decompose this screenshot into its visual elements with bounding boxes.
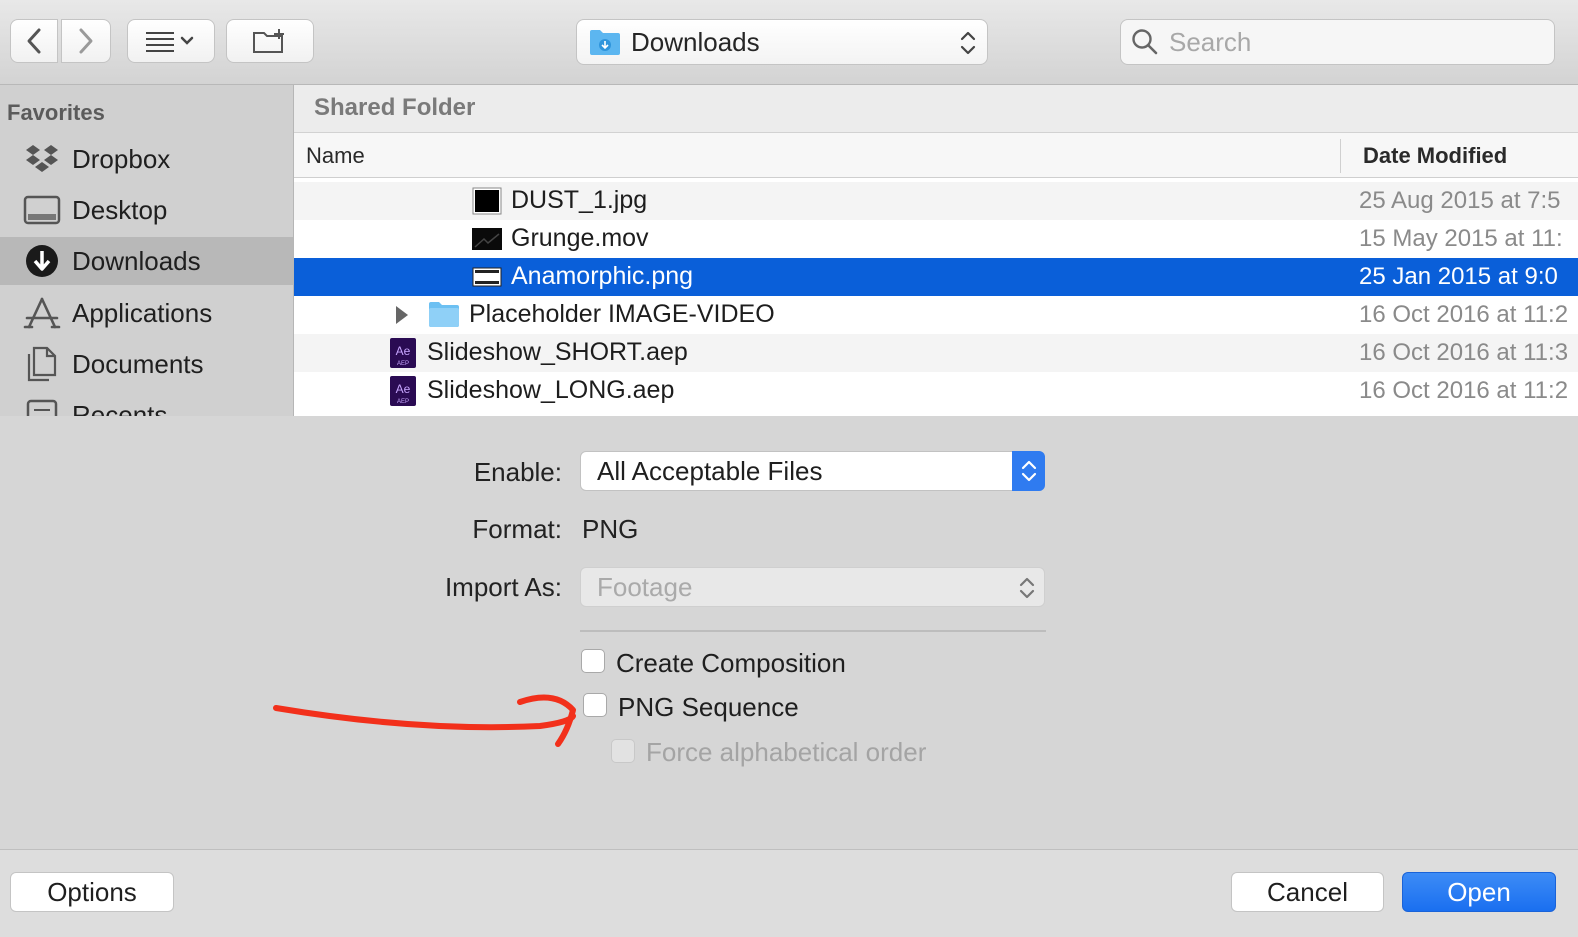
dialog-footer: Options Cancel Open bbox=[0, 849, 1578, 937]
chevron-left-icon bbox=[27, 28, 41, 54]
column-header: Name Date Modified bbox=[294, 133, 1578, 178]
file-row-dust[interactable]: DUST_1.jpg 25 Aug 2015 at 7:5 bbox=[294, 182, 1578, 220]
import-as-value: Footage bbox=[597, 572, 693, 602]
file-name: Grunge.mov bbox=[511, 224, 649, 252]
location-label: Downloads bbox=[631, 26, 760, 57]
file-row-slideshow-short[interactable]: Ae AEP Slideshow_SHORT.aep 16 Oct 2016 at… bbox=[294, 334, 1578, 372]
file-row-grunge[interactable]: Grunge.mov 15 May 2015 at 11: bbox=[294, 220, 1578, 258]
format-label: Format: bbox=[472, 514, 562, 544]
column-name-header[interactable]: Name bbox=[306, 143, 365, 169]
file-date: 16 Oct 2016 at 11:2 bbox=[1359, 377, 1569, 404]
view-options-button[interactable] bbox=[127, 19, 215, 63]
downloads-folder-icon bbox=[590, 30, 620, 55]
sidebar-item-recents[interactable]: Recents bbox=[0, 391, 293, 416]
svg-text:AEP: AEP bbox=[397, 399, 409, 405]
file-name: Slideshow_SHORT.aep bbox=[427, 338, 688, 366]
annotation-arrow bbox=[273, 694, 576, 747]
image-file-icon bbox=[472, 187, 502, 215]
new-folder-button[interactable] bbox=[226, 19, 314, 63]
chevron-right-icon bbox=[79, 28, 93, 54]
updown-arrow-icon bbox=[960, 31, 976, 55]
png-sequence-label[interactable]: PNG Sequence bbox=[618, 692, 799, 723]
sidebar: Favorites Dropbox Desktop Downloads Appl… bbox=[0, 85, 294, 416]
options-button[interactable]: Options bbox=[10, 872, 174, 912]
file-row-slideshow-long[interactable]: Ae AEP Slideshow_LONG.aep 16 Oct 2016 at … bbox=[294, 372, 1578, 410]
sidebar-item-label: Recents bbox=[72, 399, 168, 417]
folder-icon bbox=[429, 302, 459, 327]
png-file-icon bbox=[472, 267, 502, 287]
file-date: 16 Oct 2016 at 11:2 bbox=[1359, 301, 1569, 328]
file-name: Placeholder IMAGE-VIDEO bbox=[469, 300, 775, 328]
sidebar-item-label: Documents bbox=[72, 348, 204, 379]
import-as-popup[interactable]: Footage bbox=[580, 567, 1045, 607]
recents-icon bbox=[22, 395, 62, 416]
enable-popup[interactable]: All Acceptable Files bbox=[580, 451, 1045, 491]
video-file-icon bbox=[472, 228, 502, 250]
file-name: Slideshow_LONG.aep bbox=[427, 376, 675, 404]
sidebar-item-desktop[interactable]: Desktop bbox=[0, 186, 293, 234]
sidebar-item-documents[interactable]: Documents bbox=[0, 340, 293, 388]
enable-label: Enable: bbox=[473, 457, 562, 487]
cancel-button[interactable]: Cancel bbox=[1231, 872, 1384, 912]
sidebar-item-applications[interactable]: Applications bbox=[0, 289, 293, 337]
folder-header: Shared Folder bbox=[294, 85, 1578, 133]
updown-arrow-icon bbox=[1019, 577, 1035, 599]
search-input[interactable] bbox=[1167, 25, 1551, 59]
svg-text:AEP: AEP bbox=[397, 361, 409, 367]
folder-title: Shared Folder bbox=[314, 94, 476, 121]
location-popup[interactable]: Downloads bbox=[576, 19, 988, 65]
file-row-anamorphic[interactable]: Anamorphic.png 25 Jan 2015 at 9:0 bbox=[294, 258, 1578, 296]
create-composition-checkbox[interactable] bbox=[581, 649, 605, 673]
new-folder-icon bbox=[253, 29, 284, 53]
forward-button[interactable] bbox=[61, 19, 111, 63]
options-divider bbox=[580, 630, 1046, 632]
updown-arrow-icon bbox=[1012, 451, 1045, 491]
disclosure-triangle-icon[interactable] bbox=[394, 305, 410, 325]
file-browser: Shared Folder Name Date Modified DUST_1.… bbox=[294, 85, 1578, 416]
file-date: 25 Aug 2015 at 7:5 bbox=[1359, 187, 1561, 214]
sidebar-item-label: Desktop bbox=[72, 194, 168, 225]
open-button[interactable]: Open bbox=[1402, 872, 1556, 912]
documents-icon bbox=[22, 344, 62, 384]
create-composition-label[interactable]: Create Composition bbox=[616, 648, 846, 679]
sidebar-item-downloads[interactable]: Downloads bbox=[0, 237, 293, 285]
file-date: 15 May 2015 at 11: bbox=[1359, 225, 1563, 252]
file-date: 25 Jan 2015 at 9:0 bbox=[1359, 263, 1558, 290]
svg-text:Ae: Ae bbox=[396, 344, 411, 358]
column-divider[interactable] bbox=[1340, 139, 1341, 173]
favorites-header: Favorites bbox=[7, 100, 105, 125]
force-alphabetical-checkbox[interactable] bbox=[611, 739, 635, 763]
enable-value: All Acceptable Files bbox=[597, 456, 823, 486]
after-effects-file-icon: Ae AEP bbox=[390, 338, 416, 368]
download-icon bbox=[22, 241, 62, 281]
toolbar: Downloads bbox=[0, 0, 1578, 85]
folder-row-placeholder[interactable]: Placeholder IMAGE-VIDEO 16 Oct 2016 at 1… bbox=[294, 296, 1578, 334]
file-name: DUST_1.jpg bbox=[511, 186, 648, 214]
file-name: Anamorphic.png bbox=[511, 262, 694, 290]
dropbox-icon bbox=[22, 139, 62, 179]
search-icon bbox=[1132, 29, 1158, 55]
import-as-label: Import As: bbox=[444, 572, 562, 602]
applications-icon bbox=[22, 293, 62, 333]
list-view-icon bbox=[146, 32, 194, 52]
sidebar-item-label: Applications bbox=[72, 297, 213, 328]
desktop-icon bbox=[22, 190, 62, 230]
svg-text:Ae: Ae bbox=[396, 382, 411, 396]
sidebar-item-label: Dropbox bbox=[72, 143, 171, 174]
file-date: 16 Oct 2016 at 11:3 bbox=[1359, 339, 1569, 366]
sidebar-item-label: Downloads bbox=[72, 245, 201, 276]
back-button[interactable] bbox=[10, 19, 58, 63]
file-list: DUST_1.jpg 25 Aug 2015 at 7:5 Grunge.mov… bbox=[294, 182, 1578, 410]
format-value: PNG bbox=[582, 514, 639, 544]
after-effects-file-icon: Ae AEP bbox=[390, 376, 416, 406]
force-alphabetical-label: Force alphabetical order bbox=[646, 737, 927, 767]
sidebar-item-dropbox[interactable]: Dropbox bbox=[0, 135, 293, 183]
import-options-panel: Enable: All Acceptable Files Format: PNG… bbox=[0, 417, 1578, 849]
search-field[interactable] bbox=[1120, 19, 1555, 65]
column-date-header[interactable]: Date Modified bbox=[1363, 143, 1507, 169]
